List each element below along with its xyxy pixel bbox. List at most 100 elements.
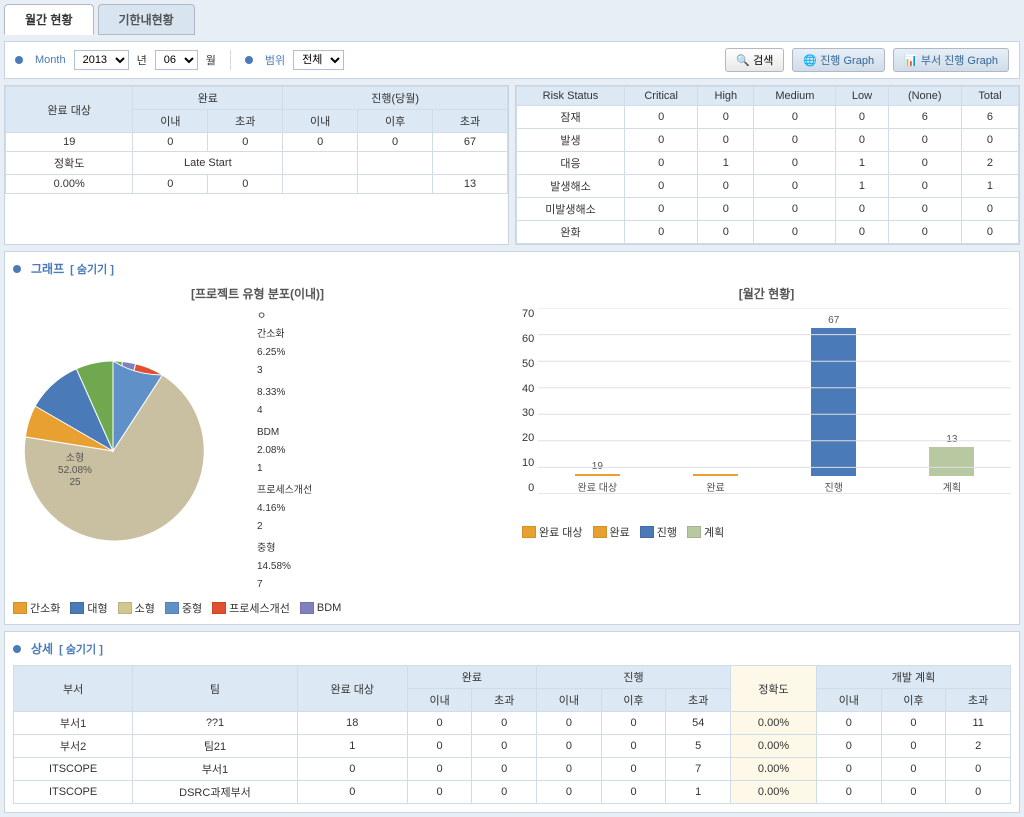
month-select[interactable]: 06 bbox=[155, 50, 198, 70]
risk-label: 발생 bbox=[517, 129, 625, 152]
pie-legend-item: 대형 bbox=[70, 600, 107, 616]
graph-toggle[interactable]: [ 숨기기 ] bbox=[70, 261, 114, 277]
progress-graph-button[interactable]: 🌐 진행 Graph bbox=[792, 48, 885, 72]
detail-p-over: 5 bbox=[666, 735, 731, 758]
bar-legend-color bbox=[593, 526, 607, 538]
bar-legend-item: 계획 bbox=[687, 524, 724, 540]
risk-none: 0 bbox=[888, 152, 961, 175]
pie-label-4: 8.33% bbox=[257, 384, 312, 402]
risk-row: 미발생해소 0 0 0 0 0 0 bbox=[517, 198, 1019, 221]
risk-critical: 0 bbox=[624, 221, 697, 244]
legend-label: 중형 bbox=[182, 600, 202, 616]
risk-label: 미발생해소 bbox=[517, 198, 625, 221]
detail-p-after: 0 bbox=[601, 758, 666, 781]
risk-row: 잠재 0 0 0 0 6 6 bbox=[517, 106, 1019, 129]
detail-team: ??1 bbox=[133, 712, 298, 735]
detail-d-after: 0 bbox=[881, 712, 946, 735]
bar-legend-label: 완료 bbox=[610, 524, 630, 540]
progress-after-value: 0 bbox=[358, 133, 433, 152]
risk-row: 완화 0 0 0 0 0 0 bbox=[517, 221, 1019, 244]
detail-d-after: 0 bbox=[881, 758, 946, 781]
risk-high: 1 bbox=[698, 152, 754, 175]
tab-monthly[interactable]: 월간 현황 bbox=[4, 4, 94, 35]
bar-legend-item: 진행 bbox=[640, 524, 677, 540]
graph-section-title: 그래프 bbox=[31, 260, 64, 277]
detail-dept: 부서2 bbox=[14, 735, 133, 758]
risk-label: 잠재 bbox=[517, 106, 625, 129]
grid-lines bbox=[538, 308, 1011, 494]
range-label: 범위 bbox=[265, 52, 285, 68]
year-select[interactable]: 2013 bbox=[74, 50, 129, 70]
d-c-over: 초과 bbox=[472, 689, 537, 712]
detail-target: 18 bbox=[297, 712, 407, 735]
risk-critical: 0 bbox=[624, 152, 697, 175]
detail-accuracy: 0.00% bbox=[731, 758, 817, 781]
low-header: Low bbox=[836, 87, 888, 106]
pie-label-8: 1 bbox=[257, 460, 312, 478]
progress-header: 진행(당월) bbox=[283, 87, 508, 110]
legend-label: 대형 bbox=[87, 600, 107, 616]
search-button[interactable]: 🔍 검색 bbox=[725, 48, 784, 72]
range-select[interactable]: 전체 bbox=[293, 50, 344, 70]
progress-over-header: 초과 bbox=[433, 110, 508, 133]
bar-legend-label: 완료 대상 bbox=[539, 524, 583, 540]
pie-legend-item: BDM bbox=[300, 602, 341, 614]
pie-label-3: 3 bbox=[257, 362, 312, 380]
none-header: (None) bbox=[888, 87, 961, 106]
risk-label: 완화 bbox=[517, 221, 625, 244]
risk-high: 0 bbox=[698, 221, 754, 244]
complete-over-header: 초과 bbox=[208, 110, 283, 133]
detail-d-over: 0 bbox=[946, 758, 1011, 781]
d-d-over: 초과 bbox=[946, 689, 1011, 712]
svg-text:52.08%: 52.08% bbox=[58, 465, 92, 476]
accuracy-value: 0.00% bbox=[6, 175, 133, 194]
legend-color-box bbox=[118, 602, 132, 614]
detail-p-within: 0 bbox=[537, 781, 602, 804]
d-p-after: 이후 bbox=[601, 689, 666, 712]
team-header: 팀 bbox=[133, 666, 298, 712]
late-v1: 0 bbox=[133, 175, 208, 194]
detail-row: 부서1 ??1 18 0 0 0 0 54 0.00% 0 0 11 bbox=[14, 712, 1011, 735]
bar-legend-item: 완료 대상 bbox=[522, 524, 583, 540]
bar-legend-color bbox=[640, 526, 654, 538]
progress-within-value: 0 bbox=[283, 133, 358, 152]
pie-label-14: 7 bbox=[257, 576, 312, 594]
pie-chart: 소형 52.08% 25 bbox=[13, 351, 253, 551]
detail-toggle[interactable]: [ 숨기기 ] bbox=[59, 641, 103, 657]
risk-high: 0 bbox=[698, 129, 754, 152]
y-label-30: 30 bbox=[522, 407, 534, 419]
pie-label-9: 프로세스개선 bbox=[257, 482, 312, 500]
pie-label-1: 간소화 bbox=[257, 326, 312, 344]
dept-graph-button[interactable]: 📊 부서 진행 Graph bbox=[893, 48, 1009, 72]
risk-status-header: Risk Status bbox=[517, 87, 625, 106]
risk-none: 0 bbox=[888, 198, 961, 221]
risk-high: 0 bbox=[698, 106, 754, 129]
complete-within-header: 이내 bbox=[133, 110, 208, 133]
pie-label-6: BDM bbox=[257, 424, 312, 442]
legend-label: 프로세스개선 bbox=[229, 600, 290, 616]
complete-within-value: 0 bbox=[133, 133, 208, 152]
accuracy-label: 정확도 bbox=[6, 152, 133, 175]
risk-total: 0 bbox=[961, 221, 1018, 244]
detail-target: 0 bbox=[297, 781, 407, 804]
tab-deadline[interactable]: 기한내현황 bbox=[98, 4, 195, 35]
detail-c-within: 0 bbox=[407, 712, 472, 735]
dept-header: 부서 bbox=[14, 666, 133, 712]
total-header: Total bbox=[961, 87, 1018, 106]
pie-label-7: 2.08% bbox=[257, 442, 312, 460]
risk-total: 2 bbox=[961, 152, 1018, 175]
detail-target: 0 bbox=[297, 758, 407, 781]
detail-complete-target-header: 완료 대상 bbox=[297, 666, 407, 712]
progress-within-header: 이내 bbox=[283, 110, 358, 133]
detail-p-over: 7 bbox=[666, 758, 731, 781]
complete-header: 완료 bbox=[133, 87, 283, 110]
detail-c-over: 0 bbox=[472, 758, 537, 781]
high-header: High bbox=[698, 87, 754, 106]
detail-progress-header: 진행 bbox=[537, 666, 731, 689]
late-v2: 0 bbox=[208, 175, 283, 194]
risk-medium: 0 bbox=[754, 152, 836, 175]
pie-label-13: 14.58% bbox=[257, 558, 312, 576]
legend-color-box bbox=[212, 602, 226, 614]
medium-header: Medium bbox=[754, 87, 836, 106]
risk-label: 발생해소 bbox=[517, 175, 625, 198]
